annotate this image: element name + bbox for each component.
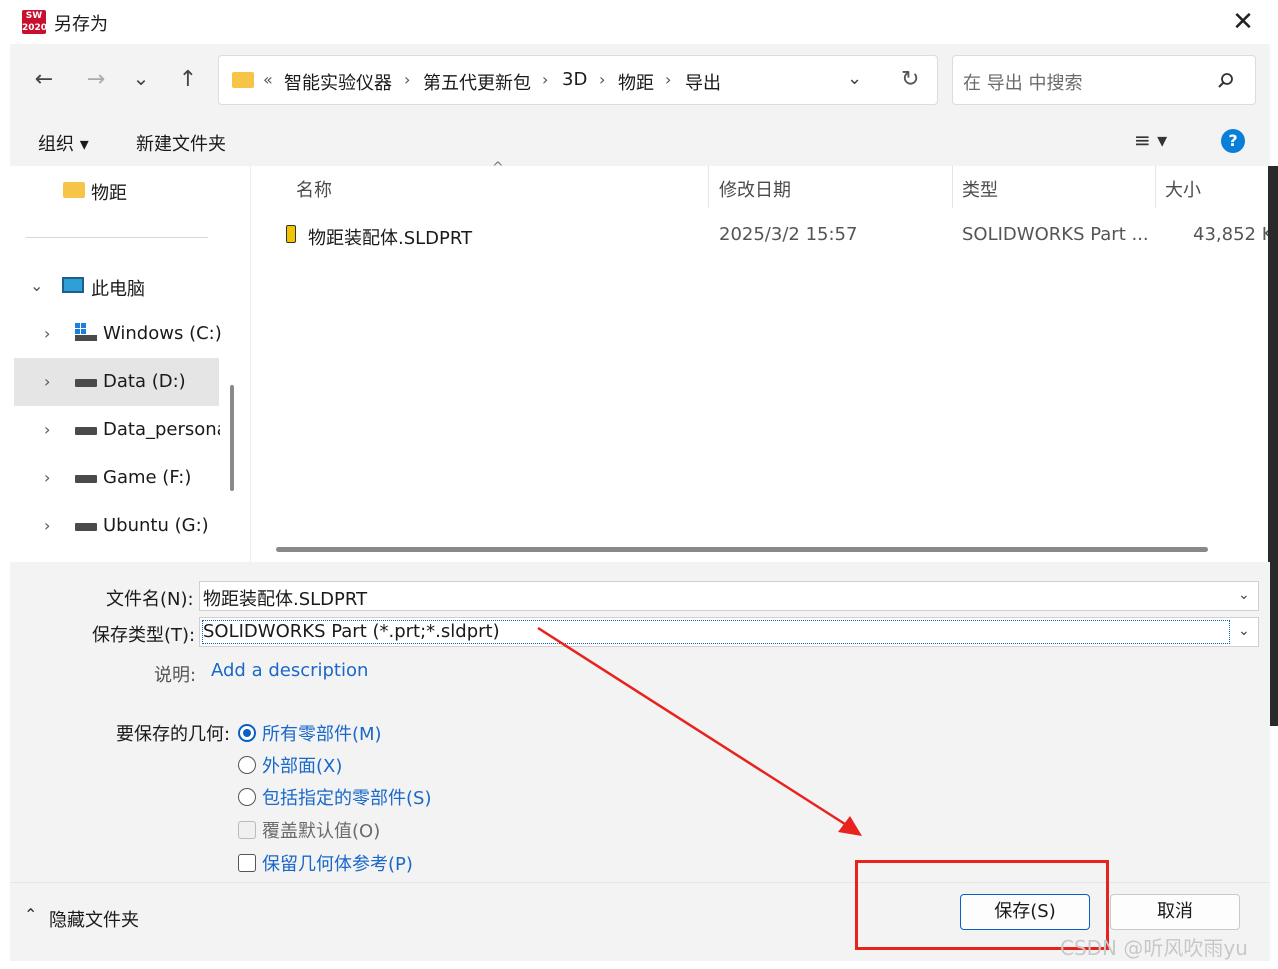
watermark-text: CSDN @听风吹雨yu	[1060, 936, 1248, 960]
annotation-arrow	[537, 626, 862, 836]
